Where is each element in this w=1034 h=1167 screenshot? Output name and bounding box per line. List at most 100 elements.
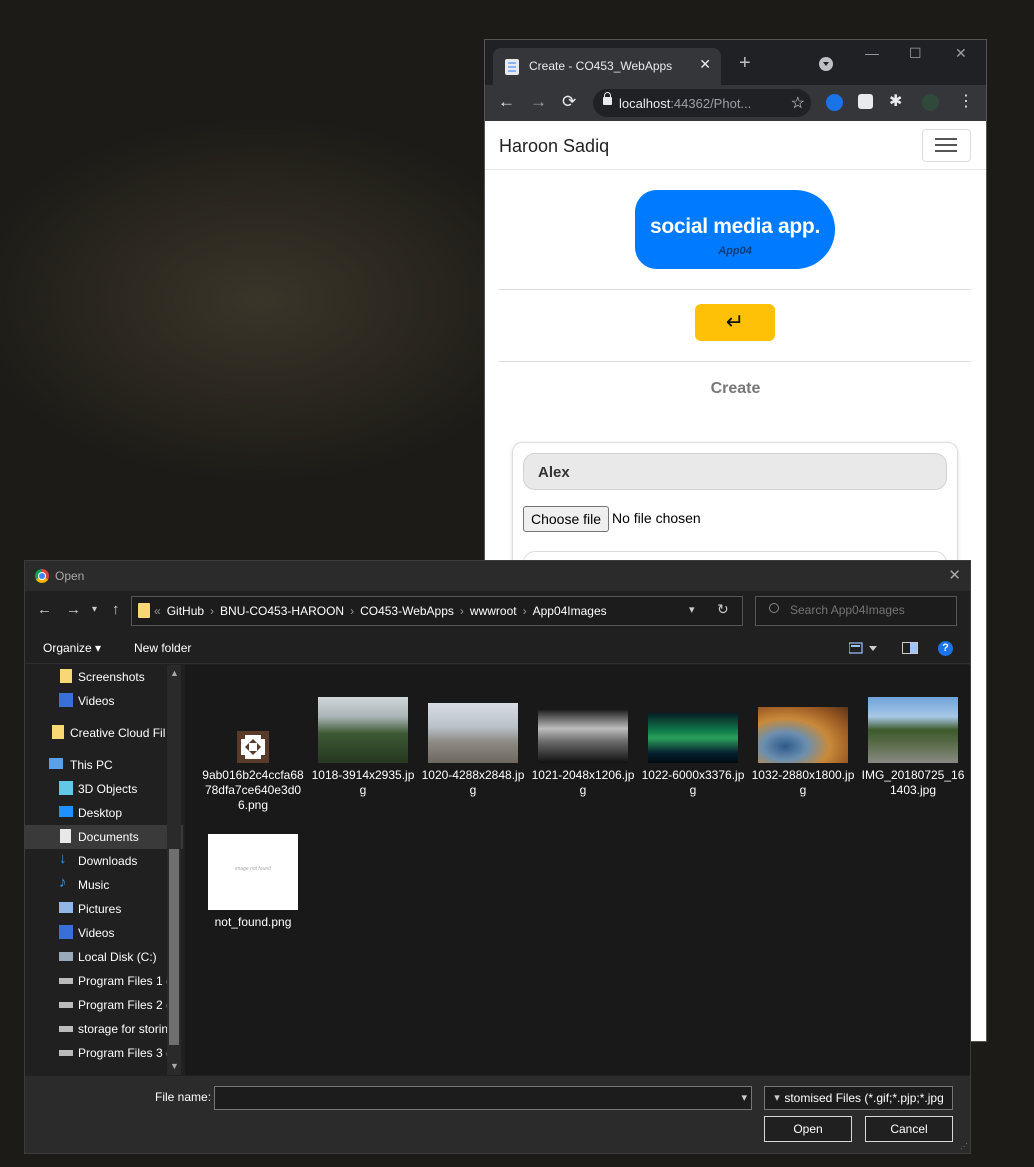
scroll-down-icon[interactable]: ▼ (170, 1061, 179, 1071)
breadcrumb-item[interactable]: wwwroot (470, 604, 517, 618)
new-tab-button[interactable]: + (739, 53, 751, 73)
brand-name[interactable]: Haroon Sadiq (499, 136, 609, 157)
file-name: 1021-2048x1206.jpg (531, 768, 635, 797)
drive-icon (59, 1002, 73, 1008)
tab-search-icon[interactable] (819, 57, 833, 71)
page-title: Create (710, 380, 761, 397)
nav-item-music[interactable]: ♪ Music (25, 873, 183, 897)
file-item[interactable]: 1018-3914x2935.jpg (311, 697, 415, 798)
open-button[interactable]: Open (764, 1116, 852, 1142)
breadcrumb-item[interactable]: GitHub (167, 604, 204, 618)
nav-item-label: Documents (78, 830, 139, 844)
cancel-button[interactable]: Cancel (865, 1116, 953, 1142)
nav-item-label: Program Files 1 ( (78, 974, 171, 988)
chevron-down-icon[interactable]: ▾ (741, 1091, 747, 1104)
open-file-dialog: Open ✕ ← → ▾ ↑ «GitHub › BNU-CO453-HAROON ›… (24, 560, 971, 1154)
nav-item-downloads[interactable]: ↓ Downloads (25, 849, 183, 873)
logo-title: social media app. (650, 215, 820, 238)
help-icon[interactable]: ? (938, 641, 953, 656)
nav-item-local-disk[interactable]: Local Disk (C:) (25, 945, 183, 969)
hamburger-menu-button[interactable] (922, 129, 971, 162)
address-bar[interactable]: localhost:44362/Phot... ☆ (593, 89, 811, 117)
file-item[interactable]: 9ab016b2c4ccfa6878dfa7ce640e3d06.png (201, 731, 305, 813)
nav-item-program-files-2[interactable]: Program Files 2 ( (25, 993, 183, 1017)
downloads-icon: ↓ (59, 850, 67, 867)
scroll-up-icon[interactable]: ▲ (170, 668, 179, 678)
file-type-value: Customised Files (*.gif;*.pjp;*.jpg (769, 1091, 944, 1105)
nav-item-program-files-3[interactable]: Program Files 3 ( (25, 1041, 183, 1065)
back-arrow-icon[interactable]: ← (498, 92, 515, 112)
dialog-title: Open (55, 569, 85, 583)
file-thumbnail (758, 707, 848, 763)
preview-pane-icon[interactable] (902, 642, 918, 657)
file-item[interactable]: image not found not_found.png (201, 834, 305, 930)
back-button[interactable]: ↵ (695, 304, 775, 341)
bookmark-star-icon[interactable]: ☆ (791, 93, 805, 113)
search-box[interactable] (755, 596, 957, 626)
videos-folder-icon (59, 693, 73, 707)
organize-button[interactable]: Organize ▾ (43, 641, 101, 655)
name-field[interactable]: Alex (523, 453, 947, 490)
nav-item-label: Desktop (78, 806, 123, 820)
scroll-thumb[interactable] (169, 849, 179, 1045)
file-item[interactable]: 1020-4288x2848.jpg (421, 703, 525, 798)
nav-item-desktop[interactable]: Desktop (25, 801, 183, 825)
3d-objects-icon (59, 781, 73, 795)
window-close-button[interactable]: ✕ (955, 45, 967, 62)
path-dropdown-chevron-icon[interactable]: ▾ (689, 603, 695, 616)
tab-close-icon[interactable]: ✕ (699, 56, 711, 73)
profile-avatar-icon[interactable] (922, 94, 939, 111)
path-bar[interactable]: «GitHub › BNU-CO453-HAROON › CO453-WebApps › w… (131, 596, 743, 626)
videos-folder-icon (59, 925, 73, 939)
dialog-close-button[interactable]: ✕ (948, 566, 961, 584)
file-type-select[interactable]: Customised Files (*.gif;*.pjp;*.jpg ▾ (764, 1086, 953, 1110)
recent-locations-chevron-icon[interactable]: ▾ (92, 602, 97, 618)
nav-item-3d-objects[interactable]: 3D Objects (25, 777, 183, 801)
refresh-icon[interactable]: ↻ (717, 601, 729, 618)
nav-item-documents[interactable]: Documents (25, 825, 183, 849)
music-icon: ♪ (59, 874, 67, 891)
nav-item-program-files-1[interactable]: Program Files 1 ( (25, 969, 183, 993)
new-folder-button[interactable]: New folder (134, 641, 191, 655)
reload-icon[interactable]: ⟳ (562, 92, 576, 112)
file-item[interactable]: 1021-2048x1206.jpg (531, 710, 635, 798)
back-arrow-icon[interactable]: ← (37, 602, 52, 618)
breadcrumb-item[interactable]: BNU-CO453-HAROON (220, 604, 344, 618)
nav-scrollbar[interactable]: ▲ ▼ (167, 665, 181, 1075)
up-arrow-icon[interactable]: ↑ (112, 602, 120, 618)
breadcrumb-item[interactable]: CO453-WebApps (360, 604, 454, 618)
forward-arrow-icon[interactable]: → (66, 602, 81, 618)
extension-search-icon[interactable] (826, 94, 843, 111)
extensions-puzzle-icon[interactable]: ✱ (889, 92, 902, 112)
file-thumbnail (648, 713, 738, 763)
file-item[interactable]: 1022-6000x3376.jpg (641, 713, 745, 798)
nav-item-screenshots[interactable]: Screenshots (25, 665, 183, 689)
nav-item-videos[interactable]: Videos (25, 689, 183, 713)
nav-item-label: This PC (70, 758, 113, 772)
nav-item-label: Creative Cloud Fil (70, 726, 166, 740)
forward-arrow-icon[interactable]: → (530, 92, 547, 112)
file-item[interactable]: 1032-2880x1800.jpg (751, 707, 855, 798)
browser-menu-icon[interactable]: ⋮ (958, 92, 974, 112)
breadcrumb-item[interactable]: App04Images (533, 604, 607, 618)
file-item[interactable]: IMG_20180725_161403.jpg (861, 697, 965, 798)
nav-item-storage[interactable]: storage for storin (25, 1017, 183, 1041)
nav-item-pictures[interactable]: Pictures (25, 897, 183, 921)
nav-item-label: Local Disk (C:) (78, 950, 157, 964)
browser-tab[interactable]: Create - CO453_WebApps ✕ (493, 48, 721, 85)
view-options-icon[interactable] (848, 642, 879, 657)
resize-grip-icon[interactable]: ⋰ (960, 1142, 968, 1151)
minimize-button[interactable]: — (865, 45, 879, 61)
nav-item-creative-cloud[interactable]: Creative Cloud Fil (25, 721, 183, 745)
choose-file-button[interactable]: Choose file (523, 506, 610, 532)
nav-item-videos[interactable]: Videos (25, 921, 183, 945)
file-thumbnail (868, 697, 958, 763)
nav-item-this-pc[interactable]: This PC (25, 753, 183, 777)
file-name-input[interactable]: ▾ (214, 1086, 752, 1110)
maximize-button[interactable]: ☐ (909, 45, 922, 62)
search-input[interactable] (788, 602, 952, 618)
file-name-label: File name: (155, 1090, 212, 1104)
nav-item-label: Program Files 2 ( (78, 998, 171, 1012)
chevron-down-icon[interactable]: ▾ (769, 1087, 785, 1109)
extension-page-icon[interactable] (858, 94, 873, 109)
